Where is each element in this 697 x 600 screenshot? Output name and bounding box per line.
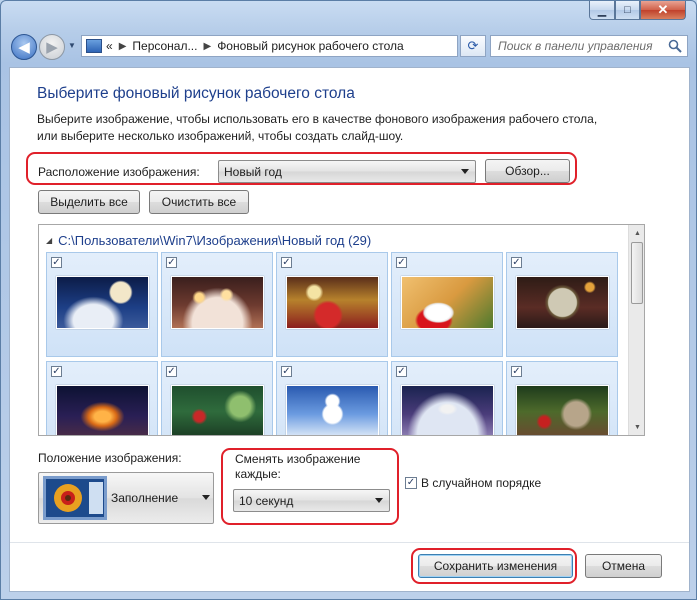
gallery-folder-path: C:\Пользователи\Win7\Изображения\Новый г…	[58, 233, 372, 248]
minimize-button[interactable]: ▁	[589, 1, 615, 20]
content-pane: Выберите фоновый рисунок рабочего стола …	[9, 67, 690, 592]
interval-label: Сменять изображение каждые:	[235, 452, 361, 481]
search-icon[interactable]	[668, 39, 682, 53]
location-selected: Новый год	[224, 164, 282, 179]
wallpaper-thumbnail	[56, 276, 149, 329]
chevron-down-icon	[461, 168, 469, 174]
breadcrumb-separator-icon: ▶	[203, 40, 212, 52]
scrollbar-thumb[interactable]	[631, 242, 643, 304]
wallpaper-thumbnail	[286, 276, 379, 329]
position-selected: Заполнение	[111, 491, 179, 505]
wallpaper-thumbnail	[516, 385, 609, 435]
wallpaper-tile[interactable]: ✓	[276, 361, 388, 435]
arrow-right-icon: ▶	[46, 39, 58, 56]
maximize-button[interactable]: □	[615, 1, 640, 20]
tile-checkbox[interactable]: ✓	[396, 366, 407, 377]
tile-checkbox[interactable]: ✓	[511, 257, 522, 268]
location-dropdown[interactable]: Новый год	[218, 160, 476, 183]
page-description-line1: Выберите изображение, чтобы использовать…	[37, 112, 598, 126]
wallpaper-tile[interactable]: ✓	[391, 252, 503, 357]
breadcrumb-desktop-background[interactable]: Фоновый рисунок рабочего стола	[217, 39, 404, 53]
tile-checkbox[interactable]: ✓	[396, 257, 407, 268]
wallpaper-tile[interactable]: ✓	[161, 361, 273, 435]
wallpaper-tile[interactable]: ✓	[161, 252, 273, 357]
scroll-down-icon[interactable]: ▼	[629, 419, 644, 435]
save-changes-button[interactable]: Сохранить изменения	[418, 554, 573, 578]
arrow-left-icon: ◀	[18, 39, 30, 56]
wallpaper-tile[interactable]: ✓	[46, 361, 158, 435]
wallpaper-thumbnail	[401, 276, 494, 329]
recent-pages-dropdown-icon[interactable]: ▼	[68, 41, 78, 53]
wallpaper-tile[interactable]: ✓	[506, 361, 618, 435]
footer-divider	[10, 542, 689, 543]
address-bar[interactable]: « ▶ Персонал... ▶ Фоновый рисунок рабоче…	[81, 35, 533, 57]
collapse-triangle-icon[interactable]: ◢	[46, 236, 52, 245]
location-label: Расположение изображения:	[38, 165, 200, 179]
gallery-scrollbar[interactable]: ▲ ▼	[628, 225, 644, 435]
chevron-down-icon	[202, 495, 210, 500]
tile-checkbox[interactable]: ✓	[166, 366, 177, 377]
wallpaper-thumbnail	[516, 276, 609, 329]
wallpaper-gallery: ◢ C:\Пользователи\Win7\Изображения\Новый…	[38, 224, 645, 436]
tile-checkbox[interactable]: ✓	[51, 366, 62, 377]
shuffle-label[interactable]: В случайном порядке	[421, 476, 541, 490]
tile-checkbox[interactable]: ✓	[166, 257, 177, 268]
wallpaper-thumbnail	[401, 385, 494, 435]
tile-checkbox[interactable]: ✓	[511, 366, 522, 377]
tile-checkbox[interactable]: ✓	[51, 257, 62, 268]
tile-checkbox[interactable]: ✓	[281, 257, 292, 268]
wallpaper-thumbnail	[56, 385, 149, 435]
wallpaper-thumbnail	[171, 385, 264, 435]
fill-mode-preview-icon	[43, 476, 107, 520]
interval-selected: 10 секунд	[239, 493, 294, 508]
wallpaper-tile[interactable]: ✓	[506, 252, 618, 357]
chevron-down-icon	[375, 497, 383, 503]
refresh-button[interactable]: ⟳	[460, 35, 486, 57]
search-input[interactable]: Поиск в панели управления	[490, 35, 688, 57]
page-description-line2: или выберите несколько изображений, чтоб…	[37, 129, 404, 143]
clear-all-button[interactable]: Очистить все	[149, 190, 249, 214]
breadcrumb-personalization[interactable]: Персонал...	[132, 39, 197, 53]
back-button[interactable]: ◀	[11, 34, 37, 60]
wallpaper-thumbnail	[171, 276, 264, 329]
page-title: Выберите фоновый рисунок рабочего стола	[37, 85, 355, 102]
breadcrumb-overflow[interactable]: «	[106, 39, 113, 53]
search-placeholder: Поиск в панели управления	[498, 39, 653, 53]
browse-button[interactable]: Обзор...	[485, 159, 570, 183]
position-dropdown[interactable]: Заполнение	[38, 472, 214, 524]
window-frame: ▁ □ ✕ ◀ ▶ ▼ « ▶ Персонал... ▶ Фоновый ри…	[0, 0, 697, 600]
wallpaper-tile[interactable]: ✓	[391, 361, 503, 435]
tile-checkbox[interactable]: ✓	[281, 366, 292, 377]
select-all-button[interactable]: Выделить все	[38, 190, 140, 214]
wallpaper-tile[interactable]: ✓	[46, 252, 158, 357]
wallpaper-thumbnail	[286, 385, 379, 435]
control-panel-icon	[86, 39, 102, 53]
forward-button[interactable]: ▶	[39, 34, 65, 60]
interval-dropdown[interactable]: 10 секунд	[233, 489, 390, 512]
close-button[interactable]: ✕	[640, 1, 686, 20]
breadcrumb-separator-icon: ▶	[118, 40, 127, 52]
position-label: Положение изображения:	[38, 451, 182, 465]
refresh-icon: ⟳	[467, 38, 479, 53]
gallery-group-header[interactable]: ◢ C:\Пользователи\Win7\Изображения\Новый…	[46, 233, 371, 248]
wallpaper-tile[interactable]: ✓	[276, 252, 388, 357]
shuffle-checkbox[interactable]: ✓	[405, 477, 417, 489]
scroll-up-icon[interactable]: ▲	[629, 225, 644, 241]
cancel-button[interactable]: Отмена	[585, 554, 662, 578]
